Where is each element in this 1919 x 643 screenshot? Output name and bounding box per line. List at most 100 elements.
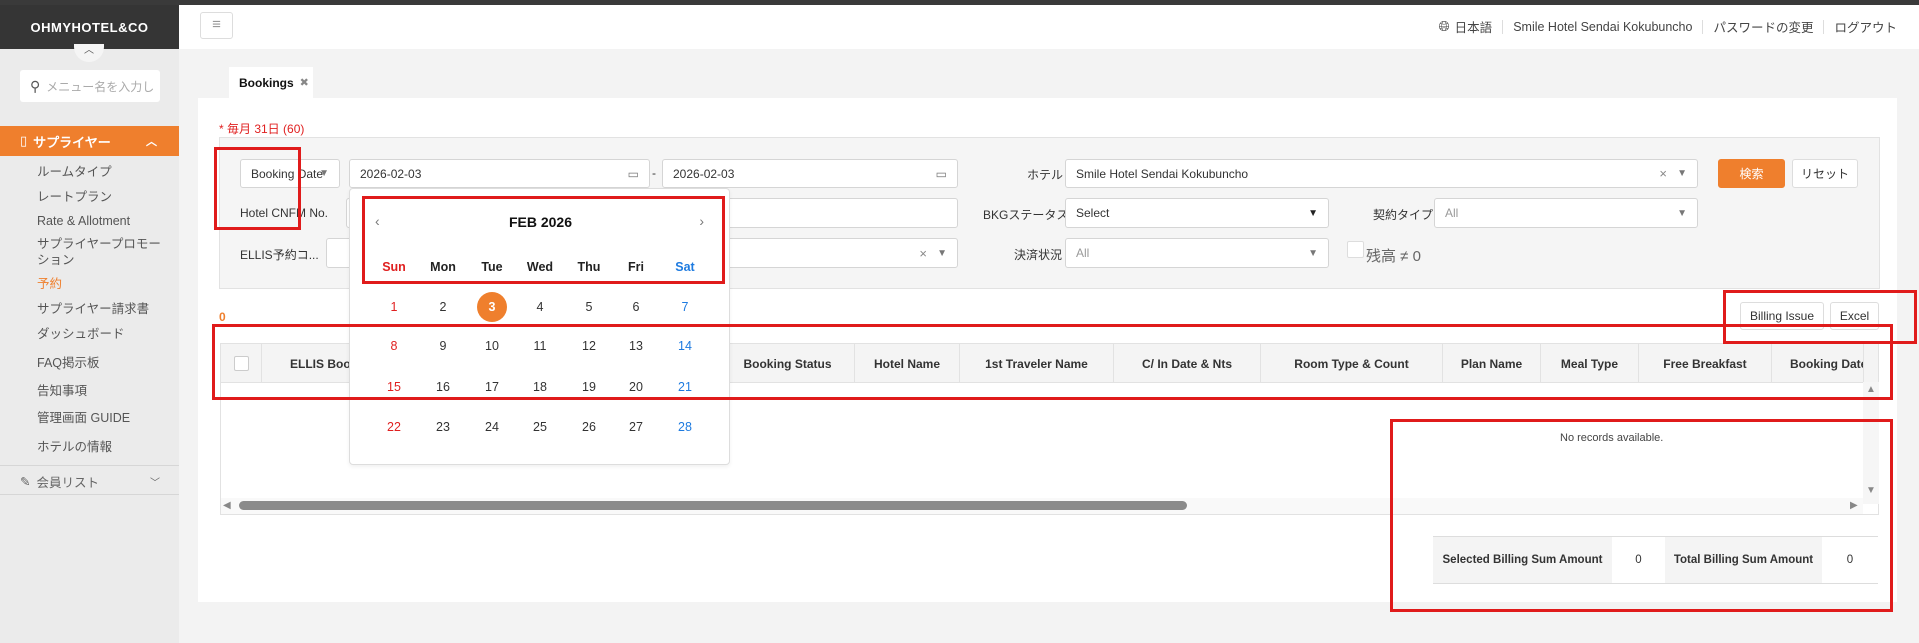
- calendar-day[interactable]: 28: [668, 412, 702, 442]
- balance-checkbox[interactable]: [1347, 241, 1364, 258]
- calendar-icon[interactable]: ▭: [936, 167, 947, 181]
- calendar-month-title[interactable]: FEB 2026: [350, 214, 731, 230]
- calendar-day[interactable]: 20: [619, 372, 653, 402]
- contract-type-label: 契約タイプ: [1373, 208, 1434, 222]
- tab-bookings[interactable]: Bookings ✖: [229, 67, 313, 98]
- reset-button[interactable]: リセット: [1792, 159, 1858, 188]
- col-booking-date[interactable]: Booking Date: [1772, 344, 1864, 383]
- header-links: 🌐︎ 日本語 Smile Hotel Sendai Kokubuncho パスワ…: [1438, 17, 1897, 36]
- col-hotel-name[interactable]: Hotel Name: [855, 344, 960, 383]
- calendar-day[interactable]: 12: [572, 331, 606, 361]
- calendar-day[interactable]: 9: [426, 331, 460, 361]
- calendar-day[interactable]: 25: [523, 412, 557, 442]
- calendar-day[interactable]: 1: [377, 292, 411, 322]
- scroll-up-icon[interactable]: ▲: [1866, 384, 1876, 395]
- calendar-day[interactable]: 4: [523, 292, 557, 322]
- calendar-day[interactable]: 26: [572, 412, 606, 442]
- calendar-day[interactable]: 6: [619, 292, 653, 322]
- calendar-day[interactable]: 14: [668, 331, 702, 361]
- calendar-day[interactable]: 17: [475, 372, 509, 402]
- calendar-day[interactable]: 10: [475, 331, 509, 361]
- menu-search-input[interactable]: ⚲ メニュー名を入力し: [20, 70, 160, 102]
- next-month-icon[interactable]: ›: [699, 213, 704, 229]
- chevron-down-icon: ﹀: [150, 478, 160, 489]
- notice-text: * 毎月 31日 (60): [219, 122, 305, 136]
- sidebar-item-rate-allotment[interactable]: Rate & Allotment: [37, 213, 167, 229]
- calendar-day[interactable]: 22: [377, 412, 411, 442]
- calendar-day[interactable]: 15: [377, 372, 411, 402]
- sidebar-section-supplier[interactable]: ▯ サプライヤー ︿: [0, 126, 179, 156]
- empty-message: No records available.: [1560, 432, 1664, 444]
- sidebar-item-supplier-invoice[interactable]: サプライヤー請求書: [37, 301, 167, 317]
- hotel-label: ホテル: [1027, 168, 1064, 182]
- weekday-fri: Fri: [628, 260, 644, 274]
- calendar-day[interactable]: 2: [426, 292, 460, 322]
- calendar-icon[interactable]: ▭: [628, 167, 639, 181]
- excel-button[interactable]: Excel: [1830, 302, 1879, 330]
- calendar-day[interactable]: 24: [475, 412, 509, 442]
- sidebar-item-booking[interactable]: 予約: [37, 276, 167, 292]
- calendar-day[interactable]: 5: [572, 292, 606, 322]
- calendar-day[interactable]: 11: [523, 331, 557, 361]
- weekday-sun: Sun: [382, 260, 406, 274]
- scroll-right-icon[interactable]: ▶: [1850, 500, 1858, 511]
- calendar-day[interactable]: 13: [619, 331, 653, 361]
- search-button[interactable]: 検索: [1718, 159, 1785, 188]
- sidebar-item-hotel-info[interactable]: ホテルの情報: [37, 439, 167, 455]
- col-meal-type[interactable]: Meal Type: [1541, 344, 1639, 383]
- sidebar-item-guide[interactable]: 管理画面 GUIDE: [37, 410, 167, 426]
- hotel-select[interactable]: Smile Hotel Sendai Kokubuncho × ▼: [1065, 159, 1698, 188]
- sidebar-item-room-type[interactable]: ルームタイプ: [37, 164, 167, 180]
- clear-icon[interactable]: ×: [919, 246, 927, 261]
- sidebar-item-rate-plan[interactable]: レートプラン: [37, 189, 167, 205]
- hamburger-menu-icon[interactable]: ≡: [200, 12, 233, 39]
- selected-sum-label: Selected Billing Sum Amount: [1433, 537, 1612, 583]
- select-all-cell: [221, 344, 262, 383]
- close-tab-icon[interactable]: ✖: [300, 76, 309, 89]
- tab-label: Bookings: [239, 75, 294, 90]
- scroll-down-icon[interactable]: ▼: [1866, 485, 1876, 496]
- calendar-day[interactable]: 21: [668, 372, 702, 402]
- sidebar-item-supplier-promotion[interactable]: サプライヤープロモーション: [37, 236, 162, 268]
- language-selector[interactable]: 日本語: [1455, 17, 1493, 36]
- caret-down-icon: ▼: [1677, 207, 1687, 219]
- date-to-input[interactable]: 2026-02-03 ▭: [662, 159, 958, 188]
- sidebar-item-faq[interactable]: FAQ掲示板: [37, 355, 167, 371]
- col-first-traveler[interactable]: 1st Traveler Name: [960, 344, 1114, 383]
- col-checkin-date[interactable]: C/ In Date & Nts: [1114, 344, 1261, 383]
- scroll-left-icon[interactable]: ◀: [223, 500, 231, 511]
- calendar-day[interactable]: 8: [377, 331, 411, 361]
- date-to-value: 2026-02-03: [673, 166, 735, 181]
- contract-type-select[interactable]: All ▼: [1434, 198, 1698, 228]
- calendar-day[interactable]: 19: [572, 372, 606, 402]
- weekday-tue: Tue: [481, 260, 503, 274]
- col-plan-name[interactable]: Plan Name: [1443, 344, 1541, 383]
- horizontal-scroll-thumb[interactable]: [239, 501, 1187, 510]
- calendar-day[interactable]: 23: [426, 412, 460, 442]
- col-booking-status[interactable]: Booking Status: [721, 344, 855, 383]
- calendar-day[interactable]: 18: [523, 372, 557, 402]
- change-password-link[interactable]: パスワードの変更: [1713, 17, 1813, 36]
- col-free-breakfast[interactable]: Free Breakfast: [1639, 344, 1772, 383]
- contract-type-value: All: [1445, 206, 1459, 220]
- hotel-name-link[interactable]: Smile Hotel Sendai Kokubuncho: [1513, 20, 1692, 34]
- calendar-day-selected[interactable]: 3: [477, 292, 507, 322]
- bkg-status-select[interactable]: Select ▼: [1065, 198, 1329, 228]
- date-from-input[interactable]: 2026-02-03 ▭: [349, 159, 650, 188]
- select-all-checkbox[interactable]: [233, 356, 249, 371]
- col-room-type[interactable]: Room Type & Count: [1261, 344, 1443, 383]
- calendar-day[interactable]: 7: [668, 292, 702, 322]
- clear-icon[interactable]: ×: [1659, 166, 1667, 181]
- caret-down-icon: ▼: [319, 168, 329, 179]
- logout-link[interactable]: ログアウト: [1834, 17, 1897, 36]
- sidebar-item-dashboard[interactable]: ダッシュボード: [37, 326, 167, 342]
- sidebar-item-notices[interactable]: 告知事項: [37, 383, 167, 399]
- payment-status-select[interactable]: All ▼: [1065, 238, 1329, 268]
- sidebar-section-members[interactable]: ✎ 会員リスト ﹀: [20, 472, 170, 491]
- search-icon: ⚲: [30, 77, 41, 94]
- date-type-select[interactable]: Booking Date ▼: [240, 159, 340, 188]
- calendar-day[interactable]: 27: [619, 412, 653, 442]
- billing-issue-button[interactable]: Billing Issue: [1740, 302, 1824, 330]
- calendar-day[interactable]: 16: [426, 372, 460, 402]
- logo[interactable]: OHMYHOTEL&CO: [0, 5, 179, 49]
